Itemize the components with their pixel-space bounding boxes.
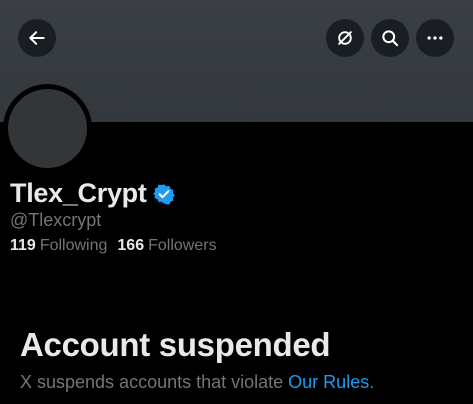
follow-stats: 119 Following 166 Followers [10,237,217,255]
avatar-image [8,89,87,168]
suspended-description: X suspends accounts that violate Our Rul… [20,372,374,393]
suspended-description-end: . [369,372,375,392]
user-handle: @Tlexcrypt [10,210,102,230]
back-button[interactable] [18,19,56,57]
suspended-description-text: X suspends accounts that violate [20,372,289,392]
suspended-title: Account suspended [20,326,331,363]
followers-label: Followers [148,237,217,254]
verified-badge-icon[interactable] [152,183,175,205]
followers-count: 166 [117,237,145,254]
more-button[interactable] [416,19,454,57]
our-rules-link[interactable]: Our Rules [288,372,369,392]
arrow-left-icon [29,31,45,45]
following-stat[interactable]: 119 Following [10,237,107,255]
grok-button[interactable] [326,19,364,57]
avatar[interactable] [3,84,92,173]
display-name: Tlex_Crypt [10,178,147,208]
following-label: Following [39,237,108,254]
search-button[interactable] [371,19,409,57]
grok-icon [338,31,352,45]
more-icon [427,36,443,40]
following-count: 119 [10,237,36,254]
followers-stat[interactable]: 166 Followers [117,237,216,255]
name-row: Tlex_Crypt [10,178,175,209]
search-icon [382,30,399,47]
